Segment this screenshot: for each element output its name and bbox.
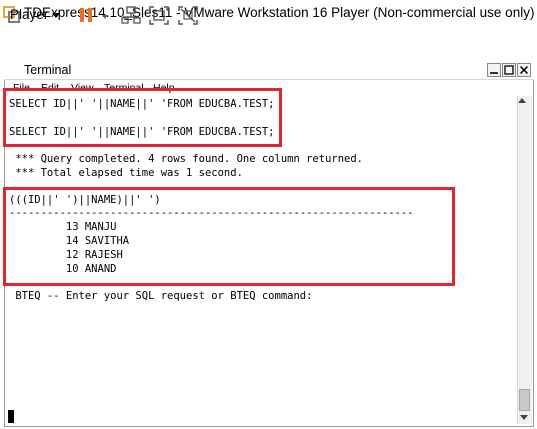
status-line: *** Query completed. 4 rows found. One c… (9, 153, 364, 165)
highlight-box-commands (3, 88, 282, 147)
vmware-toolbar (0, 27, 537, 60)
scroll-down-icon[interactable] (520, 415, 528, 420)
terminal-titlebar (4, 61, 534, 80)
pause-dropdown-icon[interactable] (102, 15, 108, 19)
maximize-icon[interactable] (502, 63, 516, 77)
text-cursor (8, 410, 14, 423)
highlight-box-results (3, 187, 455, 286)
unity-icon[interactable] (178, 6, 198, 25)
scroll-thumb[interactable] (519, 389, 530, 411)
terminal-title: Terminal (24, 63, 72, 77)
terminal-scrollbar[interactable] (517, 96, 532, 424)
fullscreen-icon[interactable] (149, 6, 169, 25)
network-icon[interactable] (121, 6, 141, 25)
bteq-prompt: BTEQ -- Enter your SQL request or BTEQ c… (9, 290, 313, 302)
status-line: *** Total elapsed time was 1 second. (9, 167, 243, 179)
pause-icon[interactable] (78, 7, 94, 23)
close-icon[interactable] (517, 63, 531, 77)
minimize-icon[interactable] (487, 63, 501, 77)
player-menu-button[interactable]: Player (10, 7, 48, 22)
scroll-up-icon[interactable] (518, 98, 526, 103)
player-dropdown-icon[interactable] (52, 13, 60, 18)
window-title: TDExpress14.10_Sles11 - VMware Workstati… (24, 5, 535, 20)
